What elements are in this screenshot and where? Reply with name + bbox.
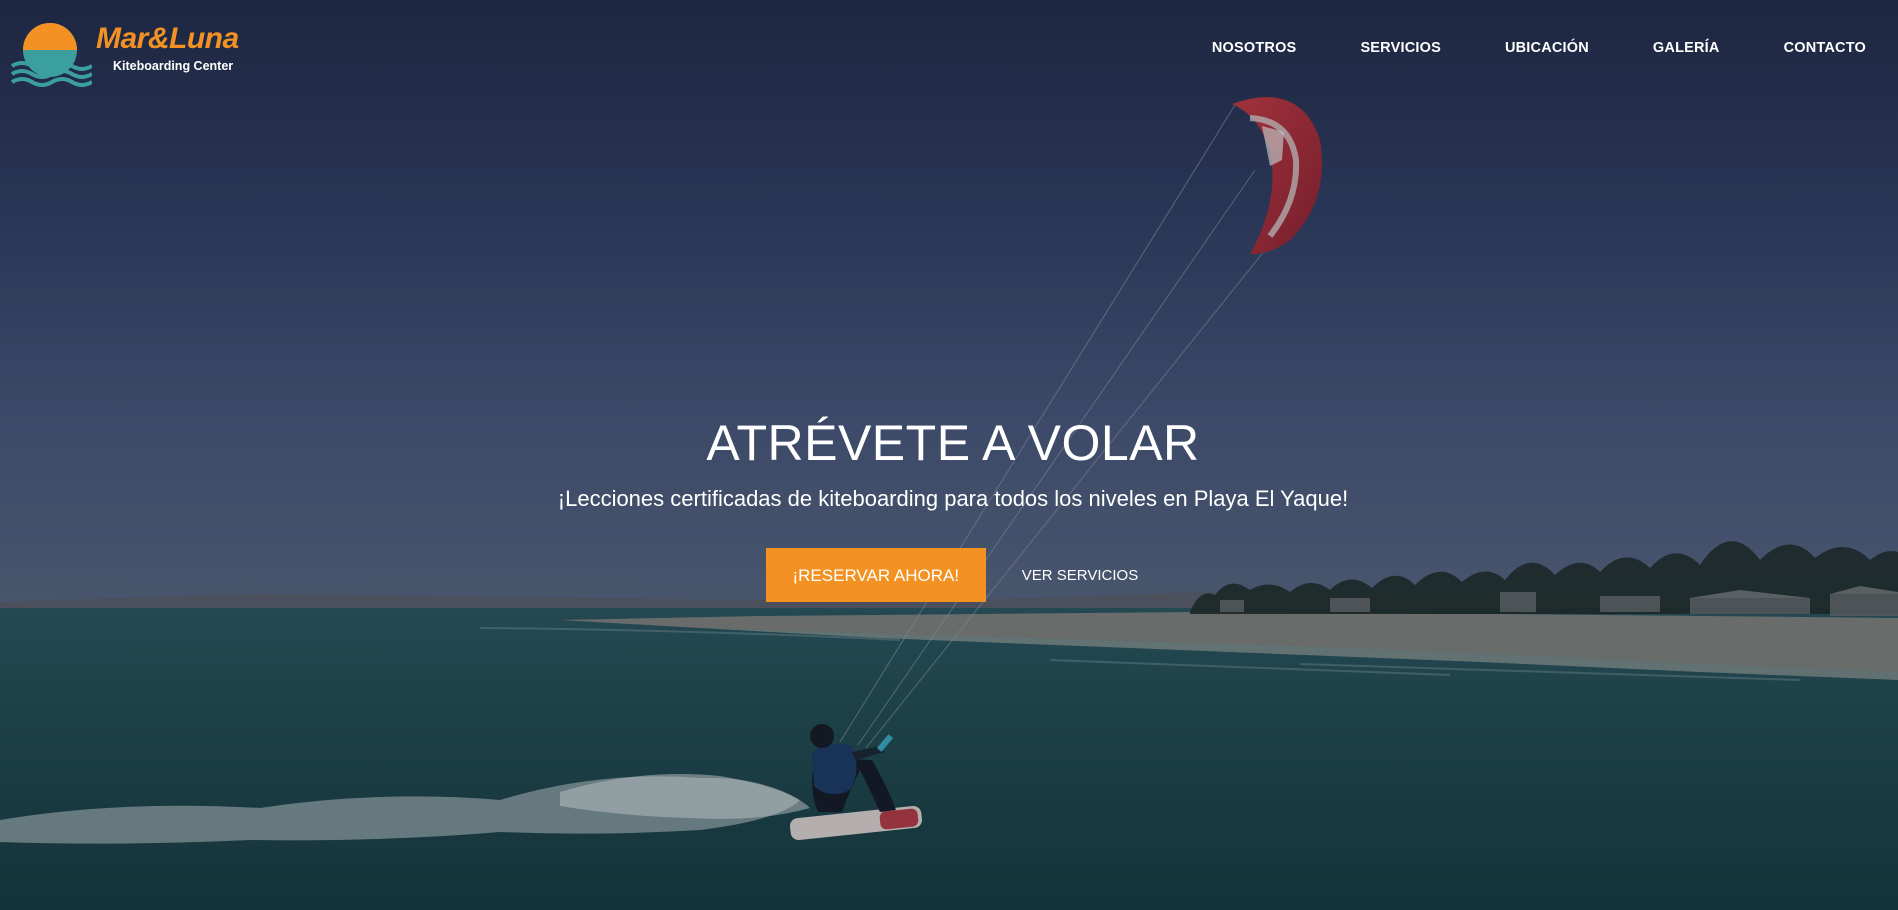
nav-item-ubicacion[interactable]: UBICACIÓN (1505, 40, 1589, 56)
site-header: Mar&Luna Kiteboarding Center NOSOTROS SE… (0, 0, 1898, 100)
reserve-now-button[interactable]: ¡RESERVAR AHORA! (765, 548, 986, 602)
nav-item-galeria[interactable]: GALERÍA (1653, 40, 1720, 56)
hero-title: ATRÉVETE A VOLAR (706, 415, 1200, 471)
brand-logo-link[interactable]: Mar&Luna Kiteboarding Center (10, 10, 270, 90)
hero-section: Mar&Luna Kiteboarding Center NOSOTROS SE… (0, 0, 1898, 910)
nav-item-contacto[interactable]: CONTACTO (1784, 40, 1866, 56)
view-services-button[interactable]: VER SERVICIOS (1016, 567, 1144, 584)
hero-subtitle: ¡Lecciones certificadas de kiteboarding … (557, 486, 1349, 511)
brand-name: Mar&Luna (96, 22, 239, 55)
main-nav: NOSOTROS SERVICIOS UBICACIÓN GALERÍA CON… (1212, 40, 1866, 56)
nav-item-servicios[interactable]: SERVICIOS (1360, 40, 1441, 56)
sun-over-waves-logo-icon (10, 23, 92, 87)
hero-content: ATRÉVETE A VOLAR ¡Lecciones certificadas… (0, 418, 1898, 602)
brand-tagline: Kiteboarding Center (113, 59, 234, 73)
nav-item-nosotros[interactable]: NOSOTROS (1212, 40, 1297, 56)
hero-actions: ¡RESERVAR AHORA! VER SERVICIOS (0, 548, 1898, 602)
